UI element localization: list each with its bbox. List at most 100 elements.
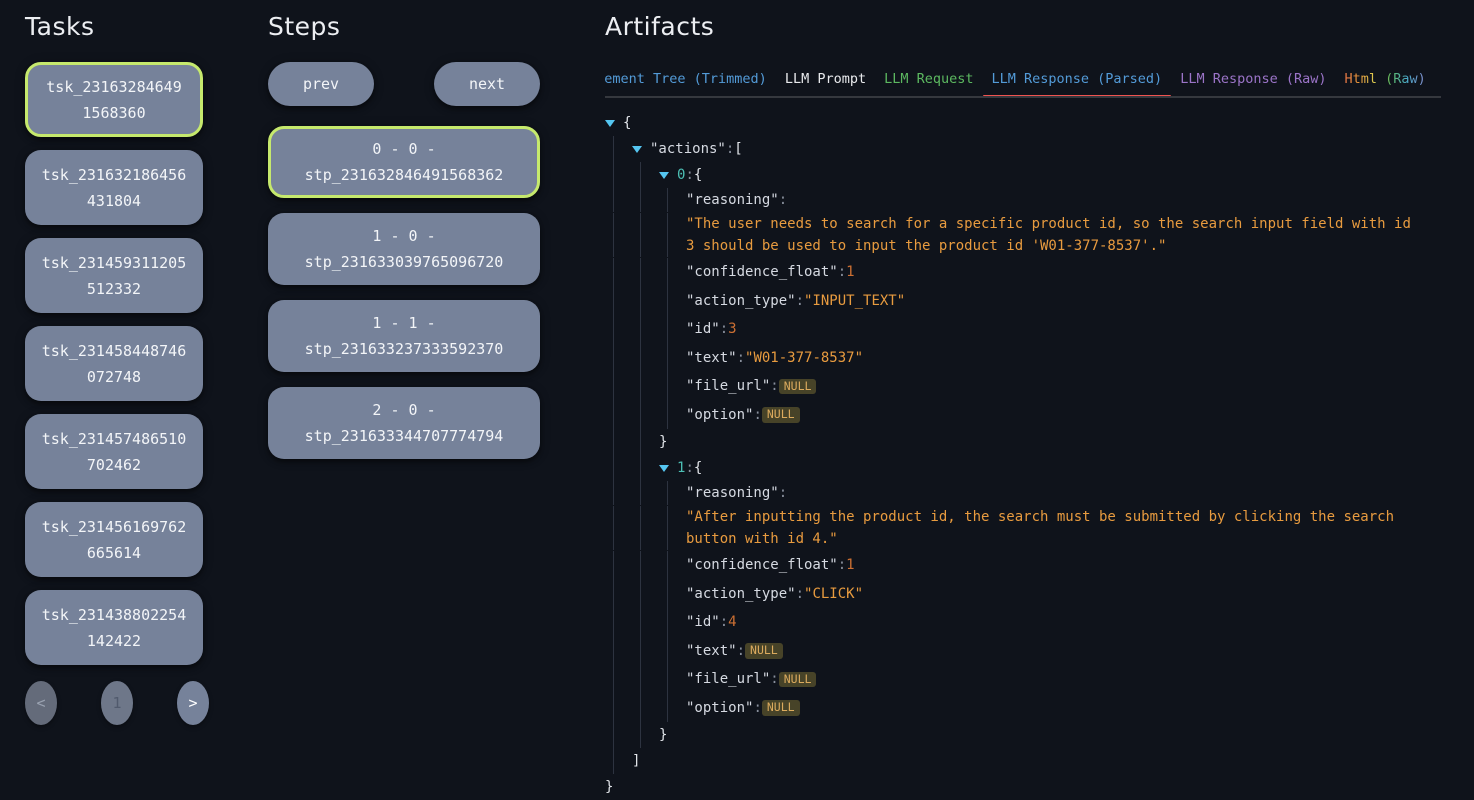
indent-guide	[659, 481, 686, 505]
indent-guide	[659, 344, 686, 373]
indent-guide	[632, 429, 659, 455]
task-button[interactable]: tsk_231438802254142422	[25, 590, 203, 665]
step-button[interactable]: 2 - 0 - stp_231633344707774794	[268, 387, 540, 459]
collapse-arrow-icon[interactable]	[659, 172, 677, 179]
next-step-button[interactable]: next	[434, 62, 540, 106]
json-tree-row: "action_type" : "CLICK"	[605, 580, 1474, 609]
json-token-punc: }	[659, 434, 667, 450]
indent-guide	[632, 506, 659, 550]
task-button[interactable]: tsk_231632846491568360	[25, 62, 203, 137]
tab-llm-request[interactable]: LLM Request	[875, 62, 982, 96]
indent-guide	[605, 429, 632, 455]
json-token-punc: [	[734, 141, 742, 157]
indent-guide	[605, 455, 632, 481]
step-button[interactable]: 1 - 0 - stp_231633039765096720	[268, 213, 540, 285]
json-token-colon: :	[685, 167, 693, 183]
task-button[interactable]: tsk_231632186456431804	[25, 150, 203, 225]
prev-step-button[interactable]: prev	[268, 62, 374, 106]
indent-guide	[659, 608, 686, 637]
json-token-key: "reasoning"	[686, 485, 779, 501]
app-root: Tasks tsk_231632846491568360 tsk_23163218…	[0, 0, 1474, 800]
task-button[interactable]: tsk_231459311205512332	[25, 238, 203, 313]
task-button[interactable]: tsk_231458448746072748	[25, 326, 203, 401]
task-list: tsk_231632846491568360 tsk_23163218645643…	[25, 62, 203, 665]
step-nav: prev next	[268, 62, 540, 106]
indent-guide	[605, 665, 632, 694]
collapse-arrow-icon[interactable]	[605, 120, 623, 127]
json-tree-row: "confidence_float" : 1	[605, 551, 1474, 580]
tab-llm-response-parsed[interactable]: LLM Response (Parsed)	[983, 62, 1172, 96]
pagination-prev-button[interactable]: <	[25, 681, 57, 725]
step-button[interactable]: 1 - 1 - stp_231633237333592370	[268, 300, 540, 372]
indent-guide	[632, 162, 659, 188]
json-tree-viewer: {"actions" : [0 : {"reasoning" :"The use…	[605, 110, 1474, 800]
indent-guide	[632, 551, 659, 580]
indent-guide	[632, 372, 659, 401]
json-token-colon: :	[726, 141, 734, 157]
indent-guide	[605, 694, 632, 723]
indent-guide	[659, 506, 686, 550]
steps-panel: Steps prev next 0 - 0 - stp_231632846491…	[268, 12, 540, 459]
json-token-punc: }	[605, 779, 613, 795]
indent-guide	[605, 287, 632, 316]
indent-guide	[632, 344, 659, 373]
json-token-null: NULL	[779, 379, 817, 395]
task-button[interactable]: tsk_231457486510702462	[25, 414, 203, 489]
json-tree-row: "option" : NULL	[605, 401, 1474, 430]
json-token-colon: :	[779, 485, 787, 501]
json-token-key: "text"	[686, 643, 737, 659]
json-tree-row: }	[605, 722, 1474, 748]
tasks-panel: Tasks tsk_231632846491568360 tsk_23163218…	[25, 12, 203, 725]
json-token-key: "confidence_float"	[686, 557, 838, 573]
json-tree-row: "text" : "W01-377-8537"	[605, 344, 1474, 373]
pagination-page-1-button[interactable]: 1	[101, 681, 133, 725]
tab-llm-response-raw[interactable]: LLM Response (Raw)	[1171, 62, 1335, 96]
indent-guide	[632, 722, 659, 748]
collapse-arrow-icon[interactable]	[632, 146, 650, 153]
json-token-punc: {	[623, 115, 631, 131]
json-token-colon: :	[838, 264, 846, 280]
indent-guide	[659, 213, 686, 257]
json-token-key: "file_url"	[686, 378, 770, 394]
indent-guide	[659, 258, 686, 287]
tab-html-raw[interactable]: Html (Raw)	[1336, 62, 1435, 96]
json-token-null: NULL	[762, 700, 800, 716]
json-token-key: "confidence_float"	[686, 264, 838, 280]
json-string-value: "After inputting the product id, the sea…	[686, 506, 1474, 550]
json-token-colon: :	[737, 350, 745, 366]
step-list: 0 - 0 - stp_231632846491568362 1 - 0 - st…	[268, 126, 540, 459]
json-token-idx: 1	[677, 460, 685, 476]
json-token-idx: 0	[677, 167, 685, 183]
indent-guide	[632, 481, 659, 505]
indent-guide	[632, 315, 659, 344]
json-token-colon: :	[720, 321, 728, 337]
indent-guide	[605, 506, 632, 550]
artifacts-panel: Artifacts Element Tree (Trimmed)LLM Prom…	[605, 12, 1474, 800]
tasks-title: Tasks	[25, 12, 203, 41]
tab-llm-prompt[interactable]: LLM Prompt	[776, 62, 875, 96]
json-token-str: "CLICK"	[804, 586, 863, 602]
indent-guide	[632, 455, 659, 481]
indent-guide	[605, 580, 632, 609]
collapse-arrow-icon[interactable]	[659, 465, 677, 472]
steps-title: Steps	[268, 12, 540, 41]
json-tree-row: "id" : 4	[605, 608, 1474, 637]
json-token-num: 1	[846, 557, 854, 573]
indent-guide	[605, 372, 632, 401]
indent-guide	[605, 401, 632, 430]
triangle-down-icon	[605, 120, 615, 127]
indent-guide	[659, 551, 686, 580]
indent-guide	[659, 665, 686, 694]
artifacts-tab-strip[interactable]: Element Tree (Trimmed)LLM PromptLLM Requ…	[605, 62, 1441, 98]
task-button[interactable]: tsk_231456169762665614	[25, 502, 203, 577]
json-token-null: NULL	[779, 672, 817, 688]
step-button[interactable]: 0 - 0 - stp_231632846491568362	[268, 126, 540, 198]
json-token-str: "W01-377-8537"	[745, 350, 863, 366]
indent-guide	[632, 580, 659, 609]
indent-guide	[659, 637, 686, 666]
pagination-next-button[interactable]: >	[177, 681, 209, 725]
json-tree-row: "reasoning" :	[605, 481, 1474, 505]
indent-guide	[605, 481, 632, 505]
tab-element-tree-trimmed[interactable]: Element Tree (Trimmed)	[605, 62, 776, 96]
indent-guide	[605, 315, 632, 344]
